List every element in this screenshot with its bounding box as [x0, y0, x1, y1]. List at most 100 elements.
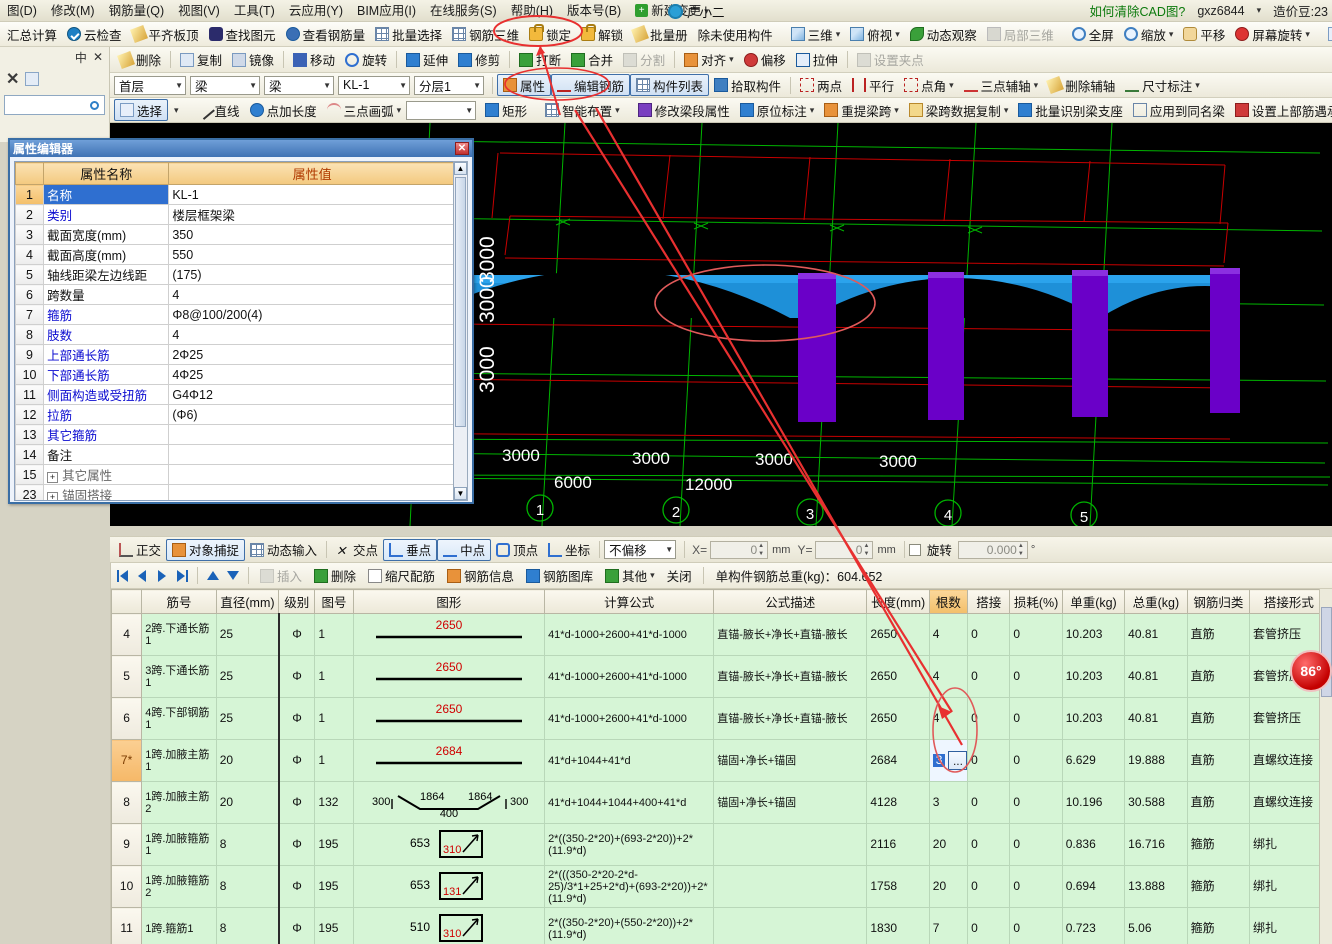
edit-break[interactable]: 打断	[514, 49, 566, 71]
select-tool-button[interactable]: 选择	[114, 99, 169, 121]
search-box[interactable]	[4, 95, 105, 115]
count-ellipsis-button[interactable]: ...	[948, 751, 968, 770]
close-icon[interactable]: ✕	[455, 142, 469, 155]
property-value-cell[interactable]	[168, 484, 455, 500]
dimension-button[interactable]: 尺寸标注 ▾	[1120, 74, 1205, 96]
tool-top-view[interactable]: 俯视 ▾	[845, 23, 905, 45]
snap-perpendicular[interactable]: 垂点	[383, 538, 438, 561]
property-row[interactable]: 6 跨数量 4	[15, 284, 455, 305]
rebar-name-cell[interactable]: 2跨.下通长筋1	[141, 613, 217, 656]
snap-vertex[interactable]: 顶点	[491, 539, 543, 561]
menu-item-8[interactable]: 版本号(B)	[560, 1, 628, 21]
grade-cell[interactable]: Φ	[278, 613, 316, 656]
chevron-down-icon-other[interactable]: ▾	[650, 570, 655, 581]
nav-first-button[interactable]	[113, 567, 131, 585]
count-cell[interactable]: 7	[928, 907, 969, 944]
rebar-name-cell[interactable]: 1跨.加腋箍筋2	[141, 865, 217, 908]
menu-item-2[interactable]: 视图(V)	[171, 1, 227, 21]
diameter-cell[interactable]: 25	[215, 655, 280, 698]
unit-weight-cell[interactable]: 10.203	[1061, 655, 1126, 698]
edit-merge[interactable]: 合并	[566, 49, 618, 71]
rotate-checkbox[interactable]	[908, 543, 921, 556]
property-row[interactable]: 10 下部通长筋 4Φ25	[15, 364, 455, 385]
expand-icon[interactable]: +	[47, 472, 59, 483]
tool-fullscreen[interactable]: 全屏	[1067, 23, 1119, 45]
total-weight-cell[interactable]: 40.81	[1124, 697, 1188, 740]
lap-cell[interactable]: 0	[967, 697, 1011, 740]
delete-row-button[interactable]: 删除	[309, 565, 361, 587]
menu-item-6[interactable]: 在线服务(S)	[423, 1, 504, 21]
table-row[interactable]: 10 1跨.加腋箍筋2 8 Φ 195 653 131 2*(((350-2*20-2*d-2…	[111, 865, 1332, 908]
apply-same-beam-tool[interactable]: 应用到同名梁	[1128, 99, 1230, 121]
property-name-cell[interactable]: 下部通长筋	[43, 364, 170, 385]
figure-number-cell[interactable]: 1	[314, 655, 354, 698]
formula-cell[interactable]: 41*d+1044+1044+400+41*d	[544, 781, 715, 824]
property-value-cell[interactable]: 350	[168, 224, 455, 245]
pin-icon[interactable]: 中	[75, 49, 87, 66]
property-name-cell[interactable]: + 锚固搭接	[43, 484, 170, 500]
span-data-copy-tool[interactable]: 梁跨数据复制 ▾	[904, 99, 1014, 121]
property-value-cell[interactable]	[168, 424, 455, 445]
property-name-cell[interactable]: 肢数	[43, 324, 170, 345]
rebar-name-cell[interactable]: 1跨.加腋主筋1	[141, 739, 217, 782]
table-row[interactable]: 9 1跨.加腋箍筋1 8 Φ 195 653 310 2*((350-2*20)+(693-2…	[111, 823, 1332, 866]
menu-item-5[interactable]: BIM应用(I)	[350, 1, 423, 21]
scroll-down-icon[interactable]: ▼	[454, 487, 467, 500]
th-15[interactable]: 搭接形式	[1249, 589, 1329, 614]
property-row[interactable]: 14 备注	[15, 444, 455, 465]
user-chevron-down-icon[interactable]: ▾	[1257, 5, 1262, 16]
tool-3d-view[interactable]: 三维 ▾	[786, 23, 846, 45]
rotate-input[interactable]: 0.000 ▲ ▼	[957, 540, 1028, 559]
rebar-info-button[interactable]: 钢筋信息	[442, 565, 519, 587]
total-weight-cell[interactable]: 13.888	[1124, 865, 1188, 908]
edit-move[interactable]: 移动	[288, 49, 340, 71]
grade-cell[interactable]: Φ	[278, 739, 316, 782]
property-name-cell[interactable]: 轴线距梁左边线距	[43, 264, 170, 285]
th-13[interactable]: 总重(kg)	[1124, 589, 1188, 614]
row-index-cell[interactable]: 7*	[111, 739, 143, 782]
formula-cell[interactable]: 41*d-1000+2600+41*d-1000	[544, 655, 715, 698]
move-up-button[interactable]	[204, 567, 222, 585]
re-extract-span-tool[interactable]: 重提梁跨 ▾	[819, 99, 904, 121]
row-index-cell[interactable]: 10	[111, 865, 143, 908]
menu-item-4[interactable]: 云应用(Y)	[282, 1, 350, 21]
edit-rebar-button[interactable]: 编辑钢筋	[551, 74, 631, 96]
snap-intersection[interactable]: ✕ 交点	[331, 539, 383, 561]
menu-item-3[interactable]: 工具(T)	[227, 1, 282, 21]
row-index-cell[interactable]: 6	[111, 697, 143, 740]
count-cell[interactable]: 4	[928, 697, 969, 740]
delete-axis-button[interactable]: 删除辅轴	[1043, 74, 1120, 96]
row-index-cell[interactable]: 11	[111, 907, 143, 944]
tool-pan[interactable]: 平移	[1178, 23, 1230, 45]
edit-mirror[interactable]: 镜像	[227, 49, 279, 71]
edit-rotate[interactable]: 旋转	[340, 49, 392, 71]
status-badge[interactable]: 86°	[1290, 650, 1332, 692]
total-weight-cell[interactable]: 19.888	[1124, 739, 1188, 782]
shape-cell[interactable]: 653 310	[352, 823, 546, 866]
property-value-cell[interactable]	[168, 444, 455, 465]
row-index-cell[interactable]: 4	[111, 613, 143, 656]
rebar-library-button[interactable]: 钢筋图库	[521, 565, 598, 587]
chevron-down-icon-res[interactable]: ▾	[894, 105, 899, 116]
rebar-table-scrollbar[interactable]	[1319, 589, 1332, 944]
grade-cell[interactable]: Φ	[278, 781, 316, 824]
count-edit-value[interactable]: 3	[932, 754, 946, 767]
chevron-down-icon-sdc[interactable]: ▾	[1004, 105, 1009, 116]
lap-form-cell[interactable]: 绑扎	[1249, 907, 1329, 944]
expand-icon[interactable]: +	[47, 492, 59, 500]
loss-cell[interactable]: 0	[1009, 823, 1063, 866]
property-row[interactable]: 1 名称 KL-1	[15, 184, 455, 205]
grade-cell[interactable]: Φ	[278, 823, 316, 866]
lap-form-cell[interactable]: 直螺纹连接	[1249, 739, 1329, 782]
th-10[interactable]: 搭接	[967, 589, 1011, 614]
property-name-cell[interactable]: 跨数量	[43, 284, 170, 305]
property-scrollbar[interactable]: ▲ ▼	[453, 161, 468, 501]
th-5[interactable]: 图形	[352, 589, 546, 614]
in-situ-dimension-tool[interactable]: 原位标注 ▾	[735, 99, 820, 121]
property-name-cell[interactable]: 截面高度(mm)	[43, 244, 170, 265]
tool-orbit[interactable]: 动态观察	[905, 23, 982, 45]
unit-weight-cell[interactable]: 0.723	[1061, 907, 1126, 944]
length-cell[interactable]: 2650	[866, 655, 930, 698]
scale-rebar-button[interactable]: 缩尺配筋	[363, 565, 440, 587]
count-cell[interactable]: 4	[928, 613, 969, 656]
